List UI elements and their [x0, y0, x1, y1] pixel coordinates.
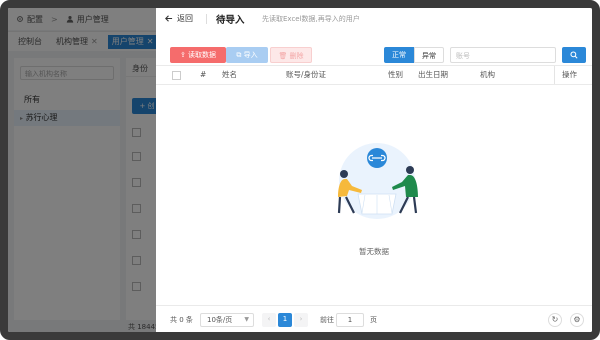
copy-icon: ⧉ [236, 51, 242, 59]
settings-icon: ⚙ [573, 315, 581, 324]
page-size-select[interactable]: 10条/页 ▼ [200, 313, 254, 327]
pagination-bar: 共 0 条 10条/页 ▼ ‹ 1 › 前往 1 页 ↻ ⚙ [156, 305, 592, 332]
read-data-button[interactable]: ⇪ 读取数据 [170, 47, 226, 63]
page-size-value: 10条/页 [207, 316, 233, 324]
search-button[interactable] [562, 47, 586, 63]
import-button[interactable]: ⧉ 导入 [226, 47, 268, 63]
refresh-button[interactable]: ↻ [548, 313, 562, 327]
back-button[interactable]: 返回 [164, 13, 193, 24]
empty-text: 暂无数据 [359, 247, 389, 256]
goto-page-input[interactable]: 1 [336, 313, 364, 327]
back-label: 返回 [177, 14, 193, 23]
column-org: 机构 [480, 70, 495, 79]
person-left-head [340, 170, 348, 178]
account-search-input[interactable]: 账号 [450, 47, 556, 63]
read-data-label: 读取数据 [188, 51, 217, 59]
search-icon [570, 51, 578, 59]
column-account: 账号/身份证 [286, 70, 327, 79]
settings-button[interactable]: ⚙ [570, 313, 584, 327]
next-page-button[interactable]: › [294, 313, 308, 327]
trash-icon: 🗑 [278, 52, 288, 60]
column-divider [554, 66, 555, 84]
column-birthdate: 出生日期 [418, 70, 448, 79]
chevron-right-icon: › [299, 315, 303, 323]
upload-icon: ⇪ [179, 51, 186, 59]
account-placeholder: 账号 [456, 52, 470, 60]
page-number-current[interactable]: 1 [278, 313, 292, 327]
drawer-title: 待导入 [216, 15, 245, 26]
filter-abnormal-label: 异常 [422, 52, 436, 60]
window-frame: 配置 > 用户管理 控制台 机构管理✕ 用户管理✕ 输入机构名称 所有 ▸ 苏行… [0, 0, 600, 340]
column-index: # [200, 70, 207, 79]
page-number-label: 1 [282, 315, 288, 323]
delete-button[interactable]: 🗑 删除 [270, 47, 312, 63]
filter-normal-label: 正常 [392, 51, 406, 59]
chevron-left-icon: ‹ [267, 315, 271, 323]
import-label: 导入 [243, 51, 258, 59]
goto-label: 前往 [320, 316, 334, 324]
header-divider [206, 14, 207, 24]
column-name: 姓名 [222, 70, 237, 79]
prev-page-button[interactable]: ‹ [262, 313, 276, 327]
goto-page-value: 1 [347, 316, 353, 324]
chevron-down-icon: ▼ [244, 316, 249, 323]
table-header: # 姓名 账号/身份证 性别 出生日期 机构 操作 [156, 65, 592, 85]
empty-illustration [337, 143, 418, 219]
drawer-toolbar: ⇪ 读取数据 ⧉ 导入 🗑 删除 正常 异常 账号 [156, 38, 592, 63]
total-count: 共 0 条 [170, 316, 193, 324]
delete-label: 删除 [289, 52, 304, 60]
arrow-left-icon [165, 15, 173, 22]
page-unit-label: 页 [370, 316, 377, 324]
column-actions: 操作 [562, 70, 577, 79]
refresh-icon: ↻ [551, 315, 559, 324]
drawer-header: 返回 待导入 先读取Excel数据,再导入的用户 [156, 8, 592, 30]
import-drawer: 返回 待导入 先读取Excel数据,再导入的用户 ⇪ 读取数据 ⧉ 导入 🗑 删… [156, 8, 592, 332]
drawer-hint: 先读取Excel数据,再导入的用户 [262, 15, 360, 23]
filter-tab-normal[interactable]: 正常 [384, 47, 414, 63]
column-gender: 性别 [388, 70, 403, 79]
select-all-checkbox[interactable] [172, 71, 181, 80]
person-right-head [406, 166, 414, 174]
empty-state: 暂无数据 [156, 83, 592, 305]
filter-tab-abnormal[interactable]: 异常 [414, 47, 444, 63]
